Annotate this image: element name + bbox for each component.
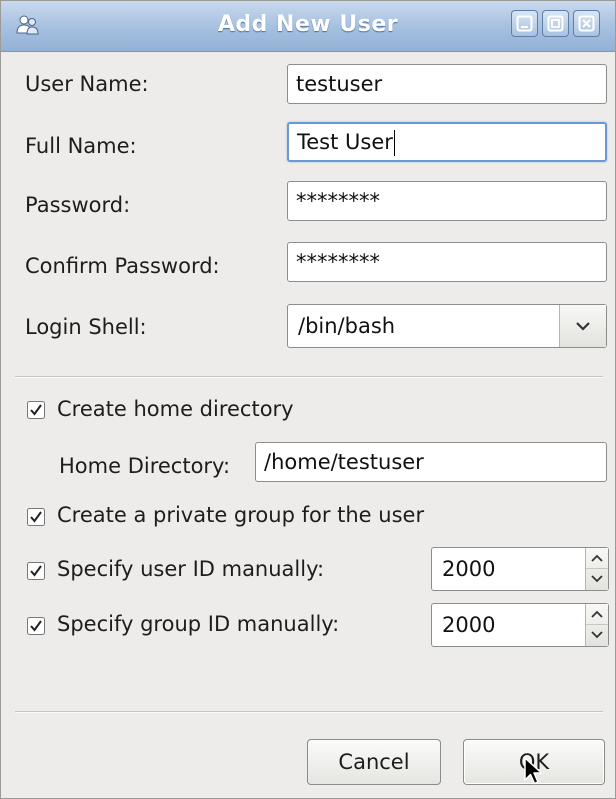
gid-spin-buttons	[585, 604, 608, 646]
chevron-up-icon	[591, 610, 603, 618]
minimize-button[interactable]	[511, 10, 538, 37]
gid-increment-button[interactable]	[586, 604, 608, 625]
login-shell-value: /bin/bash	[298, 314, 396, 338]
specify-gid-checkbox[interactable]	[27, 617, 45, 635]
home-directory-input[interactable]: /home/testuser	[255, 442, 607, 482]
uid-spinbox[interactable]: 2000	[431, 547, 609, 591]
separator	[15, 711, 603, 713]
gid-decrement-button[interactable]	[586, 625, 608, 646]
gid-spinbox[interactable]: 2000	[431, 603, 609, 647]
maximize-icon	[547, 15, 564, 32]
specify-uid-checkbox[interactable]	[27, 562, 45, 580]
maximize-button[interactable]	[542, 10, 569, 37]
chevron-down-icon	[576, 322, 590, 331]
chevron-up-icon	[591, 554, 603, 562]
login-shell-label: Login Shell:	[25, 315, 147, 339]
full-name-input[interactable]: Test User	[287, 122, 607, 162]
uid-increment-button[interactable]	[586, 548, 608, 569]
users-icon	[16, 15, 39, 35]
specify-uid-label[interactable]: Specify user ID manually:	[57, 557, 324, 581]
private-group-label[interactable]: Create a private group for the user	[57, 503, 424, 527]
create-home-checkbox[interactable]	[27, 401, 45, 419]
confirm-password-input[interactable]: ********	[287, 242, 607, 282]
minimize-icon	[516, 15, 533, 32]
uid-decrement-button[interactable]	[586, 569, 608, 590]
add-new-user-dialog: Add New User User Name: testuser Full Na…	[0, 0, 616, 799]
user-name-input[interactable]: testuser	[287, 64, 607, 104]
full-name-value: Test User	[297, 130, 393, 154]
uid-value: 2000	[442, 557, 496, 581]
close-icon	[578, 15, 595, 32]
specify-gid-label[interactable]: Specify group ID manually:	[57, 612, 339, 636]
separator	[15, 376, 603, 378]
close-button[interactable]	[573, 10, 600, 37]
cancel-button[interactable]: Cancel	[307, 739, 441, 785]
chevron-down-icon	[591, 631, 603, 639]
uid-spin-buttons	[585, 548, 608, 590]
chevron-down-icon	[591, 575, 603, 583]
password-input[interactable]: ********	[287, 181, 607, 221]
gid-value: 2000	[442, 613, 496, 637]
create-home-label[interactable]: Create home directory	[57, 397, 294, 421]
text-caret	[393, 130, 395, 156]
title-bar[interactable]: Add New User	[1, 1, 615, 52]
password-label: Password:	[25, 193, 131, 217]
private-group-checkbox[interactable]	[27, 508, 45, 526]
confirm-password-label: Confirm Password:	[25, 254, 220, 278]
full-name-label: Full Name:	[25, 134, 137, 158]
mouse-pointer-icon	[524, 757, 543, 785]
login-shell-select[interactable]: /bin/bash	[287, 304, 607, 348]
user-name-label: User Name:	[25, 72, 149, 96]
home-directory-label: Home Directory:	[59, 454, 231, 478]
login-shell-dropdown-button[interactable]	[559, 305, 606, 347]
window-title: Add New User	[217, 12, 399, 37]
